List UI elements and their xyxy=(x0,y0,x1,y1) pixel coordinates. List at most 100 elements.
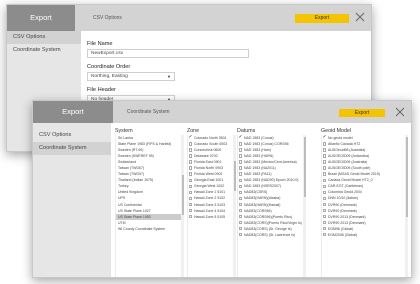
checkbox-icon[interactable] xyxy=(239,160,243,164)
sidebar-item-coordinate-system[interactable]: Coordinate System xyxy=(33,142,111,155)
tab-coordinate-system[interactable]: Coordinate System xyxy=(127,101,170,123)
checkbox-icon[interactable] xyxy=(239,196,243,201)
checkbox-icon[interactable] xyxy=(323,178,327,182)
checkmark-icon[interactable] xyxy=(322,135,327,141)
sidebar-item-csv-options[interactable]: CSV Options xyxy=(7,31,81,44)
checkbox-icon[interactable] xyxy=(189,178,193,182)
checkbox-icon[interactable] xyxy=(239,190,243,194)
checkbox-icon[interactable] xyxy=(323,208,327,213)
system-item-label: Thailand (Indian 1975) xyxy=(118,178,154,183)
geoid-column-title: Geoid Model xyxy=(321,128,352,134)
datums-column-title: Datums xyxy=(237,128,256,134)
zone-list-item[interactable]: Hawaii Zone 5 5105 xyxy=(188,214,233,220)
checkbox-icon[interactable] xyxy=(239,226,243,231)
checkbox-icon[interactable] xyxy=(323,160,327,164)
checkbox-icon[interactable] xyxy=(239,232,243,237)
export-dialog-coordinate-system: Export Coordinate System Export CSV Opti… xyxy=(32,100,412,278)
close-icon[interactable] xyxy=(395,107,405,117)
system-item-label: US State Plane 1927 xyxy=(118,208,151,213)
checkmark-icon[interactable] xyxy=(238,135,243,141)
checkbox-icon[interactable] xyxy=(323,184,327,188)
geoid-scrollbar[interactable] xyxy=(405,135,408,277)
checkbox-icon[interactable] xyxy=(189,184,193,188)
geoid-item-label: Canada Geoid Model HT2_0 xyxy=(328,178,373,183)
geoid-item-label: AUSGeoid98 (Australia) xyxy=(328,148,366,153)
sidebar-item-csv-options[interactable]: CSV Options xyxy=(33,129,111,142)
zone-item-label: Hawaii Zone 3 5103 xyxy=(194,202,226,207)
system-scrollbar[interactable] xyxy=(181,135,184,277)
datums-item-label: NAD 1983 (HARN) xyxy=(244,154,274,159)
checkbox-icon[interactable] xyxy=(323,172,327,176)
checkbox-icon[interactable] xyxy=(189,172,193,176)
system-item-label: Switzerland xyxy=(118,160,137,165)
checkbox-icon[interactable] xyxy=(323,154,327,158)
geoid-item-label: DNN 10/10 (Italian) xyxy=(328,196,358,201)
datums-scrollbar[interactable] xyxy=(303,135,306,277)
checkbox-icon[interactable] xyxy=(239,178,243,182)
export-button[interactable]: Export xyxy=(339,109,385,117)
system-list-item[interactable]: WI County Coordinate System xyxy=(116,226,181,232)
dialog-sidebar: CSV Options Coordinate System xyxy=(33,123,111,277)
checkbox-icon[interactable] xyxy=(239,202,243,207)
checkbox-icon[interactable] xyxy=(323,196,327,201)
zone-item-label: Connecticut 0600 xyxy=(194,148,222,153)
checkbox-icon[interactable] xyxy=(239,142,243,146)
datums-list-item[interactable]: NAD83(CORS) (St. Lawrence Is) xyxy=(238,232,303,238)
coordinate-order-label: Coordinate Order xyxy=(87,64,131,70)
checkbox-icon[interactable] xyxy=(189,166,193,170)
checkbox-icon[interactable] xyxy=(189,142,193,146)
system-item-label: Sweden (SWEREF 99) xyxy=(118,154,154,159)
zone-item-label: Georgia East 1001 xyxy=(194,178,224,183)
checkbox-icon[interactable] xyxy=(189,148,193,152)
checkbox-icon[interactable] xyxy=(323,220,327,225)
checkbox-icon[interactable] xyxy=(189,202,193,207)
checkbox-icon[interactable] xyxy=(189,160,193,164)
checkbox-icon[interactable] xyxy=(189,214,193,219)
export-button[interactable]: Export xyxy=(295,14,349,23)
system-column-title: System xyxy=(115,128,133,134)
file-name-input[interactable]: NewExport.csv xyxy=(87,49,249,58)
tab-csv-options[interactable]: CSV Options xyxy=(93,5,122,31)
close-icon[interactable] xyxy=(355,12,365,22)
checkbox-icon[interactable] xyxy=(189,154,193,158)
checkbox-icon[interactable] xyxy=(239,172,243,176)
zone-item-label: Hawaii Zone 1 5101 xyxy=(194,190,226,195)
checkbox-icon[interactable] xyxy=(239,166,243,170)
checkbox-icon[interactable] xyxy=(323,190,327,194)
checkbox-icon[interactable] xyxy=(239,184,243,188)
zone-scrollbar[interactable] xyxy=(233,135,236,277)
datums-item-label: NAD83(CORS96)(Puerto Rico) xyxy=(244,214,293,219)
checkbox-icon[interactable] xyxy=(189,190,193,194)
sidebar-item-coordinate-system[interactable]: Coordinate System xyxy=(7,44,81,57)
checkbox-icon[interactable] xyxy=(239,208,243,213)
checkbox-icon[interactable] xyxy=(323,142,327,146)
geoid-item-label: Atlantic Canada HT2 xyxy=(328,142,361,147)
dialog-header: Export CSV Options Export xyxy=(7,5,371,31)
checkbox-icon[interactable] xyxy=(323,148,327,152)
geoid-item-label: AUSGEOID09 (South pole) xyxy=(328,166,371,171)
checkbox-icon[interactable] xyxy=(239,220,243,225)
checkbox-icon[interactable] xyxy=(239,148,243,152)
checkbox-icon[interactable] xyxy=(323,166,327,170)
dialog-title: Export xyxy=(33,101,113,123)
system-item-label: UPS xyxy=(118,196,126,201)
geoid-list-item[interactable]: EGM2008 (Global) xyxy=(322,232,405,238)
system-item-label: UTM xyxy=(118,220,126,225)
checkbox-icon[interactable] xyxy=(323,232,327,237)
geoid-item-label: Brazil (MGAS Geoid Model 2015) xyxy=(328,172,380,177)
system-item-label: Sweden (RT-90) xyxy=(118,148,144,153)
datums-item-label: NAD 1983 (Harn) xyxy=(244,148,272,153)
datums-item-label: NAD 1983 (Mexico/Cent.America) xyxy=(244,160,297,165)
system-item-label: US Continental xyxy=(118,202,142,207)
checkbox-icon[interactable] xyxy=(239,154,243,158)
coordinate-order-select[interactable]: Northing, Easting ▼ xyxy=(87,72,175,81)
checkbox-icon[interactable] xyxy=(189,208,193,213)
system-item-label: United Kingdom xyxy=(118,190,143,195)
checkbox-icon[interactable] xyxy=(189,196,193,201)
checkbox-icon[interactable] xyxy=(323,214,327,219)
checkbox-icon[interactable] xyxy=(323,226,327,231)
checkbox-icon[interactable] xyxy=(323,202,327,207)
checkmark-icon[interactable] xyxy=(188,135,193,141)
checkbox-icon[interactable] xyxy=(239,214,243,219)
datums-item-label: NAD83(HARN)(Hawaii) xyxy=(244,202,281,207)
